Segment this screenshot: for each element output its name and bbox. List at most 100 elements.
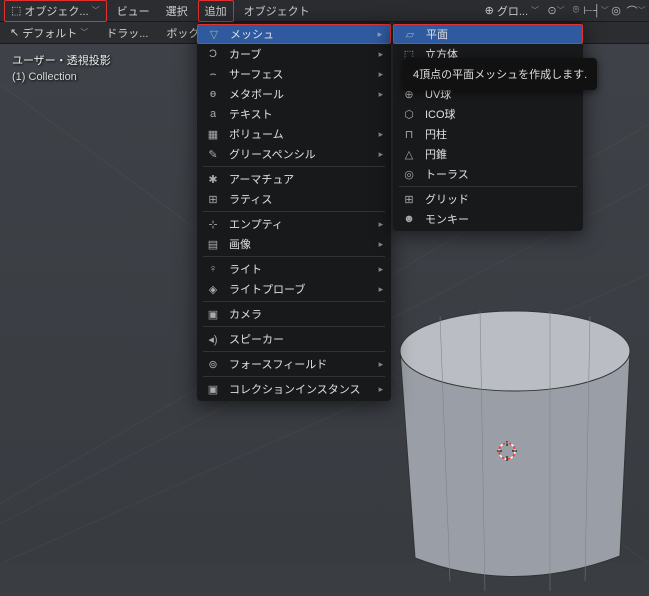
volume-icon: ▦ (205, 126, 221, 142)
menu-item-torus[interactable]: ◎トーラス (393, 164, 583, 184)
menu-item-empty[interactable]: ⊹エンプティ▸ (197, 214, 391, 234)
submenu-arrow-icon: ▸ (378, 29, 383, 40)
orientation-icon: ⊕ (485, 4, 494, 17)
menu-item-forcefield[interactable]: ⊚フォースフィールド▸ (197, 354, 391, 374)
mesh-submenu: ▱平面⬚立方体○円⊕UV球⬡ICO球⊓円柱△円錐◎トーラス⊞グリッド☻モンキー (393, 22, 583, 231)
menu-item-label: 円柱 (425, 126, 575, 142)
menu-item-speaker[interactable]: ◂)スピーカー (197, 329, 391, 349)
menu-item-icosphere[interactable]: ⬡ ICO球 (393, 104, 583, 124)
viewport-overlay-info: ユーザー・透視投影 (1) Collection (12, 52, 111, 83)
menu-item-plane[interactable]: ▱ 平面 (393, 24, 583, 44)
menu-separator (399, 186, 577, 187)
menu-item-label: メタボール (229, 86, 361, 102)
menu-separator (203, 256, 385, 257)
menu-separator (203, 211, 385, 212)
submenu-arrow-icon: ▸ (379, 264, 384, 275)
menu-item-armature[interactable]: ✱ アーマチュア (197, 169, 391, 189)
tool-label: デフォルト (22, 25, 77, 41)
menu-item-cone[interactable]: △ 円錐 (393, 144, 583, 164)
menu-item-label: テキスト (229, 106, 383, 122)
menu-item-label: アーマチュア (229, 171, 383, 187)
camera-icon: ▣ (205, 306, 221, 322)
menu-select[interactable]: 選択 (160, 1, 194, 21)
mode-dropdown[interactable]: ⬚ オブジェク... ﹀ (4, 0, 107, 22)
plane-icon: ▱ (402, 26, 418, 42)
menu-item-image[interactable]: ▤画像▸ (197, 234, 391, 254)
snap-dropdown[interactable]: ⊢┤﹀ (587, 2, 605, 20)
chevron-down-icon: ﹀ (531, 5, 539, 16)
orientation-dropdown[interactable]: ⊕ グロ... ﹀ (479, 1, 545, 21)
menu-item-label: ライト (229, 261, 361, 277)
menu-item-grid[interactable]: ⊞ グリッド (393, 189, 583, 209)
menu-item-label: エンプティ (229, 216, 361, 232)
proportional-toggle[interactable]: ◎ (607, 2, 625, 20)
submenu-arrow-icon: ▸ (379, 284, 384, 295)
submenu-arrow-icon: ▸ (379, 219, 384, 230)
menu-item-label: コレクションインスタンス (229, 381, 361, 397)
cursor-icon: ↖ (10, 26, 19, 39)
menu-item-label: カメラ (229, 306, 383, 322)
chevron-down-icon: ﹀ (92, 5, 100, 16)
menu-item-label: ラティス (229, 191, 383, 207)
menu-item-mesh[interactable]: ▽ メッシュ ▸ (197, 24, 391, 44)
collection-icon: ▣ (205, 381, 221, 397)
menu-item-volume[interactable]: ▦ ボリューム ▸ (197, 124, 391, 144)
menu-item-label: 平面 (426, 26, 574, 42)
proportional-dropdown[interactable]: ⌒﹀ (627, 2, 645, 20)
menu-item-lattice[interactable]: ⊞ ラティス (197, 189, 391, 209)
menu-item-label: スピーカー (229, 331, 383, 347)
curve-icon: Ɔ (205, 46, 221, 62)
submenu-arrow-icon: ▸ (379, 359, 384, 370)
menu-separator (203, 376, 385, 377)
menu-view[interactable]: ビュー (111, 1, 156, 21)
menu-item-curve[interactable]: Ɔカーブ▸ (197, 44, 391, 64)
menu-item-surface[interactable]: ⌢サーフェス▸ (197, 64, 391, 84)
menu-item-lightprobe[interactable]: ◈ライトプローブ▸ (197, 279, 391, 299)
menu-item-label: 画像 (229, 236, 361, 252)
projection-label: ユーザー・透視投影 (12, 52, 111, 68)
menu-item-label: ボリューム (229, 126, 361, 142)
menu-object[interactable]: オブジェクト (238, 1, 316, 21)
object-mode-icon: ⬚ (11, 4, 21, 17)
menu-item-collection[interactable]: ▣ コレクションインスタンス ▸ (197, 379, 391, 399)
menu-item-label: グリッド (425, 191, 575, 207)
snap-toggle[interactable]: ⌾ (567, 2, 585, 20)
menu-item-label: 円錐 (425, 146, 575, 162)
forcefield-icon: ⊚ (205, 356, 221, 372)
tool-settings-dropdown[interactable]: ↖ デフォルト ﹀ (4, 23, 94, 43)
menu-item-label: ICO球 (425, 106, 575, 122)
menu-item-gpencil[interactable]: ✎グリースペンシル▸ (197, 144, 391, 164)
menu-item-light[interactable]: ♀ライト▸ (197, 259, 391, 279)
menu-separator (203, 166, 385, 167)
cone-icon: △ (401, 146, 417, 162)
add-menu: ▽メッシュ▸Ɔカーブ▸⌢サーフェス▸ɵメタボール▸aテキスト▦ボリューム▸✎グリ… (197, 22, 391, 401)
submenu-arrow-icon: ▸ (379, 49, 384, 60)
menu-add[interactable]: 追加 (198, 0, 234, 22)
cursor-3d-icon (495, 439, 519, 463)
mesh-icon: ▽ (206, 26, 222, 42)
menu-separator (203, 301, 385, 302)
menu-separator (203, 351, 385, 352)
lattice-icon: ⊞ (205, 191, 221, 207)
menu-item-label: グリースペンシル (229, 146, 361, 162)
menu-item-text[interactable]: aテキスト (197, 104, 391, 124)
mode-label: オブジェク... (24, 3, 88, 19)
submenu-arrow-icon: ▸ (379, 384, 384, 395)
menu-item-label: ライトプローブ (229, 281, 361, 297)
collection-label: (1) Collection (12, 71, 111, 83)
chevron-down-icon: ﹀ (80, 27, 88, 38)
grid-icon: ⊞ (401, 191, 417, 207)
pivot-dropdown[interactable]: ⊙﹀ (547, 2, 565, 20)
menu-item-monkey[interactable]: ☻モンキー (393, 209, 583, 229)
menu-item-label: メッシュ (230, 26, 360, 42)
menu-item-camera[interactable]: ▣ カメラ (197, 304, 391, 324)
torus-icon: ◎ (401, 166, 417, 182)
menu-item-metaball[interactable]: ɵメタボール▸ (197, 84, 391, 104)
menu-item-cylinder[interactable]: ⊓円柱 (393, 124, 583, 144)
drag-label: ドラッ... (100, 23, 154, 43)
submenu-arrow-icon: ▸ (379, 129, 384, 140)
icosphere-icon: ⬡ (401, 106, 417, 122)
armature-icon: ✱ (205, 171, 221, 187)
submenu-arrow-icon: ▸ (379, 69, 384, 80)
submenu-arrow-icon: ▸ (379, 89, 384, 100)
